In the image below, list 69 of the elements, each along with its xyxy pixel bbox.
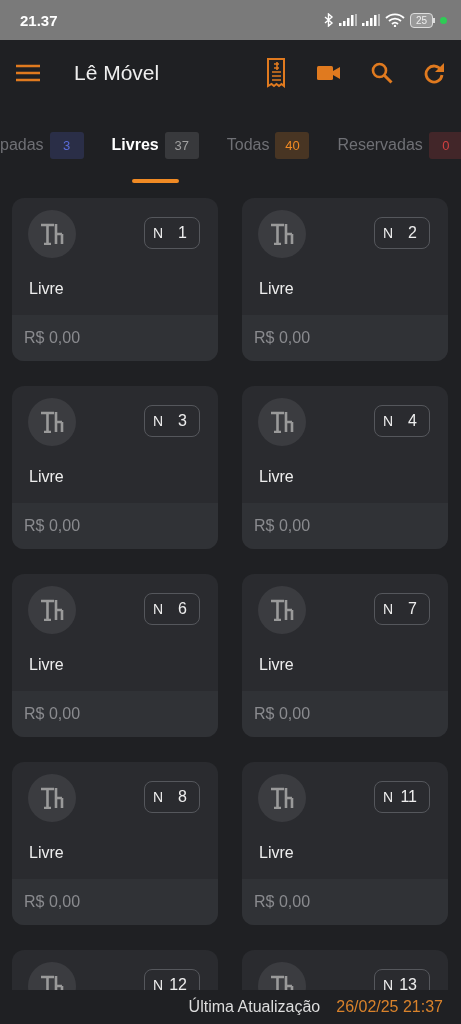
table-number: N 4	[374, 405, 430, 437]
refresh-button[interactable]	[423, 61, 445, 84]
battery-level: 25	[409, 12, 433, 28]
menu-button[interactable]	[16, 63, 40, 82]
video-button[interactable]	[317, 64, 341, 81]
table-status: Livre	[259, 468, 295, 486]
count-badge: 0	[428, 131, 461, 159]
table-status: Livre	[29, 656, 65, 674]
table-chair-icon	[40, 223, 64, 245]
table-number: N 2	[374, 217, 430, 249]
table-total: R$ 0,00	[24, 329, 81, 347]
table-total: R$ 0,00	[24, 705, 81, 723]
table-status: Livre	[259, 656, 295, 674]
table-card[interactable]: N 1 Livre R$ 0,00	[12, 198, 218, 361]
menu-icon	[16, 63, 40, 82]
table-status: Livre	[29, 280, 65, 298]
search-button[interactable]	[371, 61, 393, 84]
last-update-time: 26/02/25 21:37	[336, 998, 443, 1016]
table-chair-icon	[40, 411, 64, 433]
count-badge: 40	[275, 131, 310, 159]
table-number: N 11	[374, 781, 430, 813]
table-chair-icon	[270, 223, 294, 245]
table-card[interactable]: N 4 Livre R$ 0,00	[242, 386, 448, 549]
table-number: N 1	[144, 217, 200, 249]
receipt-button[interactable]	[265, 57, 287, 88]
table-number: N 6	[144, 593, 200, 625]
table-number: N 8	[144, 781, 200, 813]
search-icon	[371, 61, 393, 84]
last-update-label: Última Atualização	[188, 998, 321, 1016]
table-chair-icon	[270, 787, 294, 809]
count-badge: 37	[164, 131, 199, 159]
table-number: N 12	[144, 969, 200, 990]
table-card[interactable]: N 13	[242, 950, 448, 990]
signal-icon	[361, 14, 380, 26]
table-total: R$ 0,00	[254, 329, 311, 347]
table-status: Livre	[29, 468, 65, 486]
table-number: N 7	[374, 593, 430, 625]
table-number: N 13	[374, 969, 430, 990]
clock-time: 21.37	[20, 11, 58, 29]
count-badge: 3	[49, 131, 84, 159]
table-total: R$ 0,00	[254, 517, 311, 535]
table-status: Livre	[259, 280, 295, 298]
filter-tab[interactable]: Livres 37	[111, 107, 199, 183]
table-card[interactable]: N 6 Livre R$ 0,00	[12, 574, 218, 737]
table-total: R$ 0,00	[254, 705, 311, 723]
table-total: R$ 0,00	[254, 893, 311, 911]
table-card[interactable]: N 8 Livre R$ 0,00	[12, 762, 218, 925]
receipt-icon	[265, 57, 287, 88]
table-chair-icon	[270, 411, 294, 433]
table-card[interactable]: N 2 Livre R$ 0,00	[242, 198, 448, 361]
video-camera-icon	[317, 64, 341, 81]
table-card[interactable]: N 11 Livre R$ 0,00	[242, 762, 448, 925]
table-total: R$ 0,00	[24, 893, 81, 911]
table-chair-icon	[270, 599, 294, 621]
wifi-icon	[384, 13, 405, 27]
app-title: Lê Móvel	[74, 60, 161, 85]
table-chair-icon	[40, 599, 64, 621]
bluetooth-icon	[323, 13, 334, 27]
filter-tab[interactable]: Todas 40	[226, 107, 310, 183]
table-number: N 3	[144, 405, 200, 437]
table-card[interactable]: N 12	[12, 950, 218, 990]
table-card[interactable]: N 7 Livre R$ 0,00	[242, 574, 448, 737]
table-status: Livre	[29, 844, 65, 862]
table-chair-icon	[40, 787, 64, 809]
table-status: Livre	[259, 844, 295, 862]
refresh-icon	[423, 61, 445, 84]
signal-icon	[338, 14, 357, 26]
table-total: R$ 0,00	[24, 517, 81, 535]
table-card[interactable]: N 3 Livre R$ 0,00	[12, 386, 218, 549]
